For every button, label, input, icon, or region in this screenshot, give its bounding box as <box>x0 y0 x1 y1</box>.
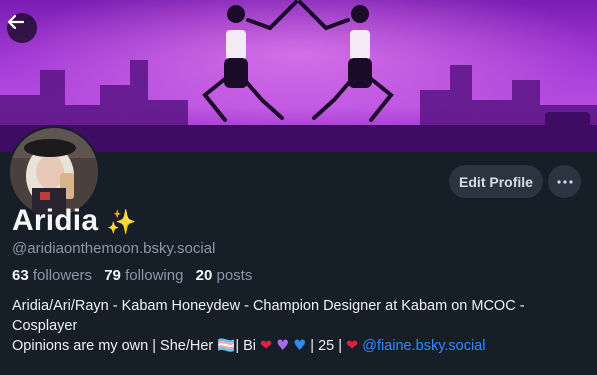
profile-bio: Aridia/Ari/Rayn - Kabam Honeydew - Champ… <box>12 296 590 356</box>
bio-text-b: | Bi <box>235 338 261 354</box>
followers-label: followers <box>32 267 93 284</box>
edit-profile-button[interactable]: Edit Profile <box>449 165 543 198</box>
red-heart-emoji: ❤ <box>260 338 273 354</box>
following-count: 79 <box>104 267 121 284</box>
bio-text-c: | 25 | <box>310 338 347 354</box>
following-link[interactable]: 79 following <box>104 267 183 284</box>
bio-line-1: Aridia/Ari/Rayn - Kabam Honeydew - Champ… <box>12 298 525 334</box>
arrow-left-icon <box>7 14 25 30</box>
more-options-button[interactable] <box>548 165 581 198</box>
banner-illustration <box>0 0 597 152</box>
profile-banner[interactable] <box>0 0 597 152</box>
profile-handle: @aridiaonthemoon.bsky.social <box>12 240 216 257</box>
following-label: following <box>125 267 184 284</box>
blue-heart-emoji: ♥ <box>293 338 307 354</box>
mention-link[interactable]: @fiaine.bsky.social <box>362 338 485 354</box>
back-button[interactable] <box>7 13 37 43</box>
followers-count: 63 <box>12 267 29 284</box>
avatar-image <box>10 128 98 216</box>
posts-count: 20 <box>195 267 213 284</box>
profile-stats: 63 followers 79 following 20 posts <box>12 267 260 284</box>
posts-count-group: 20 posts <box>196 267 253 284</box>
purple-heart-emoji: ♥ <box>276 338 290 354</box>
more-horizontal-icon <box>556 179 573 184</box>
display-name: Aridia ✨ <box>12 204 137 238</box>
mending-heart-emoji: ❤ <box>346 338 359 354</box>
trans-flag-emoji: 🏳️‍⚧️ <box>217 338 236 354</box>
bio-text-a: Opinions are my own | She/Her <box>12 338 218 354</box>
posts-label: posts <box>216 267 253 284</box>
bio-line-2: Opinions are my own | She/Her 🏳️‍⚧️| Bi … <box>12 336 590 356</box>
followers-link[interactable]: 63 followers <box>12 267 92 284</box>
display-name-text: Aridia <box>12 204 99 237</box>
sparkles-emoji: ✨ <box>106 208 137 236</box>
